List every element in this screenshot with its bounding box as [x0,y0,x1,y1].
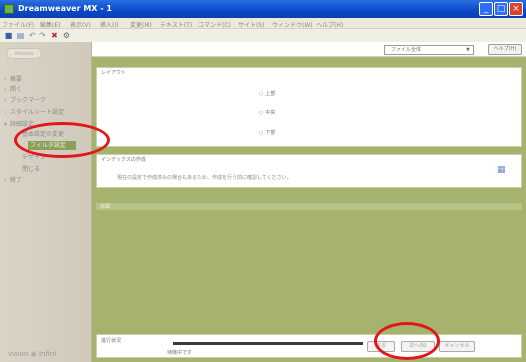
sidebar-item-label: 閉じる [22,166,41,173]
delete-icon[interactable]: ✖ [50,31,59,40]
redo-icon[interactable]: ↷ [38,31,47,40]
chevron-down-icon: ▼ [466,47,470,53]
menu-window[interactable]: ウィンドウ(W) [272,20,313,29]
top-bar: ファイル全体 ▼ ヘルプ(H) [92,42,526,57]
footer-logo-mark-icon: ◉ [30,350,39,358]
annotation-circle-sidebar [14,122,110,158]
sidebar: dreams › 概要 › 開く › ブックマーク › スタイルシート設定 ▾ 詳細設定 … [0,42,92,362]
menu-text[interactable]: テキスト(T) [160,20,192,29]
cancel-button[interactable]: キャンセル [439,341,475,352]
scope-dropdown-value: ファイル全体 [391,47,422,53]
index-panel: インデックスの作成 現在の設定で作成済みの場合もあるため、作成を行う前に確認して… [96,154,522,188]
progress-bar [173,342,363,345]
index-panel-heading: インデックスの作成 [101,157,146,163]
sidebar-item-open[interactable]: › 開く [4,85,88,94]
undo-icon[interactable]: ↶ [28,31,37,40]
close-button[interactable]: × [509,2,523,16]
app-icon [4,4,14,14]
sidebar-item-label: 終了 [10,177,23,184]
refresh-icon[interactable]: ⚙ [62,31,71,40]
maximize-button[interactable]: □ [494,2,508,16]
annotation-circle-next-button [374,322,440,360]
window-title: Dreamweaver MX - 1 [18,4,112,13]
footer-logo-right: Infini [38,350,57,358]
menu-view[interactable]: 表示(V) [70,20,91,29]
sidebar-item-label: スタイルシート設定 [10,109,65,116]
copy-icon[interactable]: ▤ [16,31,25,40]
app-window: Dreamweaver MX - 1 _ □ × ファイル(F) 編集(E) 表… [0,0,526,362]
menu-insert[interactable]: 挿入(I) [100,20,118,29]
progress-label: 進行状況 [101,338,122,344]
progress-area: 進行状況 待機中です 戻る 次へ(N) キャンセル [96,334,522,358]
save-icon[interactable]: ■ [4,31,13,40]
layout-panel: レイアウト 上部 中央 下部 [96,67,522,147]
sidebar-item-overview[interactable]: › 概要 [4,75,88,84]
menu-file[interactable]: ファイル(F) [2,20,34,29]
toolbar: ■ ▤ ↶ ↷ ✖ ⚙ [0,29,526,42]
detail-panel: 詳細 [96,203,522,210]
index-panel-message: 現在の設定で作成済みの場合もあるため、作成を行う前に確認してください。 [117,175,292,181]
radio-top[interactable]: 上部 [259,90,275,97]
help-button[interactable]: ヘルプ(H) [488,44,522,55]
sidebar-item-bookmark[interactable]: › ブックマーク [4,96,88,105]
main-panel: レイアウト 上部 中央 下部 インデックスの作成 現在の設定で作成済みの場合もあ… [92,57,526,362]
sidebar-item-stylesheet[interactable]: › スタイルシート設定 [4,108,88,117]
minimize-button[interactable]: _ [479,2,493,16]
footer-logo: vision ◉ Infini [8,350,56,358]
layout-panel-heading: レイアウト [101,70,127,76]
sidebar-item-label: ブックマーク [10,97,47,104]
menu-command[interactable]: コマンド(C) [198,20,231,29]
menu-help[interactable]: ヘルプ(H) [316,20,343,29]
sidebar-logo: dreams [6,48,42,59]
detail-panel-heading: 詳細 [100,204,111,210]
radio-bottom[interactable]: 下部 [259,129,275,136]
menu-edit[interactable]: 編集(E) [40,20,60,29]
menu-bar: ファイル(F) 編集(E) 表示(V) 挿入(I) 変更(M) テキスト(T) … [0,18,526,29]
sidebar-item-label: 概要 [10,76,23,83]
sidebar-item-label: 開く [10,86,23,93]
radio-middle[interactable]: 中央 [259,109,275,116]
menu-site[interactable]: サイト(S) [238,20,265,29]
menu-modify[interactable]: 変更(M) [130,20,152,29]
footer-logo-left: vision [8,350,29,358]
sidebar-item-exit[interactable]: › 終了 [4,176,88,185]
scope-dropdown[interactable]: ファイル全体 ▼ [384,45,474,55]
index-tool-icon[interactable]: ▦ [497,165,509,175]
title-bar: Dreamweaver MX - 1 _ □ × [0,0,526,18]
progress-status: 待機中です [167,350,193,356]
